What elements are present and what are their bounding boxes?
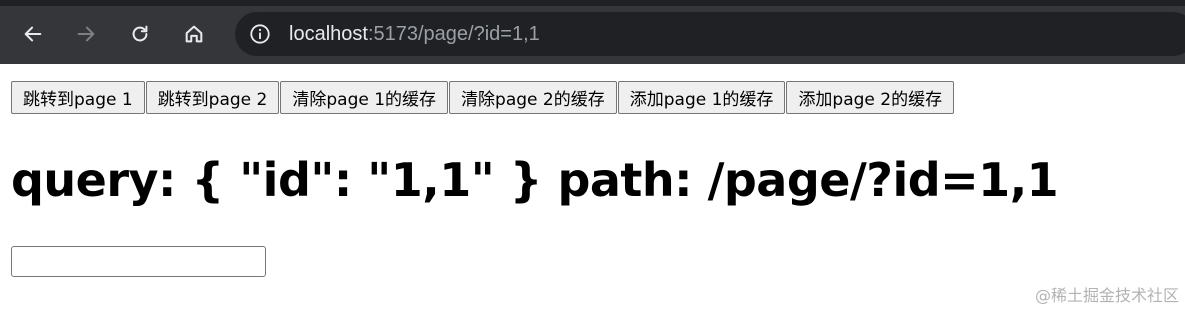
- browser-toolbar: localhost:5173/page/?id=1,1: [0, 0, 1185, 64]
- forward-button[interactable]: [71, 19, 101, 49]
- url-text[interactable]: localhost:5173/page/?id=1,1: [289, 12, 540, 56]
- url-path: :5173/page/?id=1,1: [367, 23, 540, 45]
- add-page-2-cache-button[interactable]: 添加page 2的缓存: [786, 81, 955, 114]
- goto-page-2-button[interactable]: 跳转到page 2: [145, 81, 280, 114]
- url-host: localhost: [289, 23, 368, 45]
- clear-page-1-cache-button[interactable]: 清除page 1的缓存: [280, 81, 449, 114]
- button-row: 跳转到page 1 跳转到page 2 清除page 1的缓存 清除page 2…: [11, 81, 955, 114]
- reload-icon: [132, 25, 148, 42]
- query-path-heading: query: { "id": "1,1" } path: /page/?id=1…: [11, 153, 1059, 207]
- forward-arrow-icon: [77, 26, 95, 42]
- clear-page-2-cache-button[interactable]: 清除page 2的缓存: [449, 81, 617, 114]
- text-input[interactable]: [11, 246, 266, 277]
- reload-button[interactable]: [125, 19, 155, 49]
- back-arrow-icon: [24, 26, 42, 42]
- goto-page-1-button[interactable]: 跳转到page 1: [11, 81, 145, 114]
- watermark: @稀土掘金技术社区: [1034, 286, 1179, 305]
- address-bar[interactable]: localhost:5173/page/?id=1,1: [235, 12, 1185, 56]
- add-page-1-cache-button[interactable]: 添加page 1的缓存: [617, 81, 786, 114]
- home-button[interactable]: [179, 19, 209, 49]
- back-button[interactable]: [18, 19, 48, 49]
- info-icon[interactable]: [249, 23, 271, 45]
- home-icon: [185, 25, 203, 43]
